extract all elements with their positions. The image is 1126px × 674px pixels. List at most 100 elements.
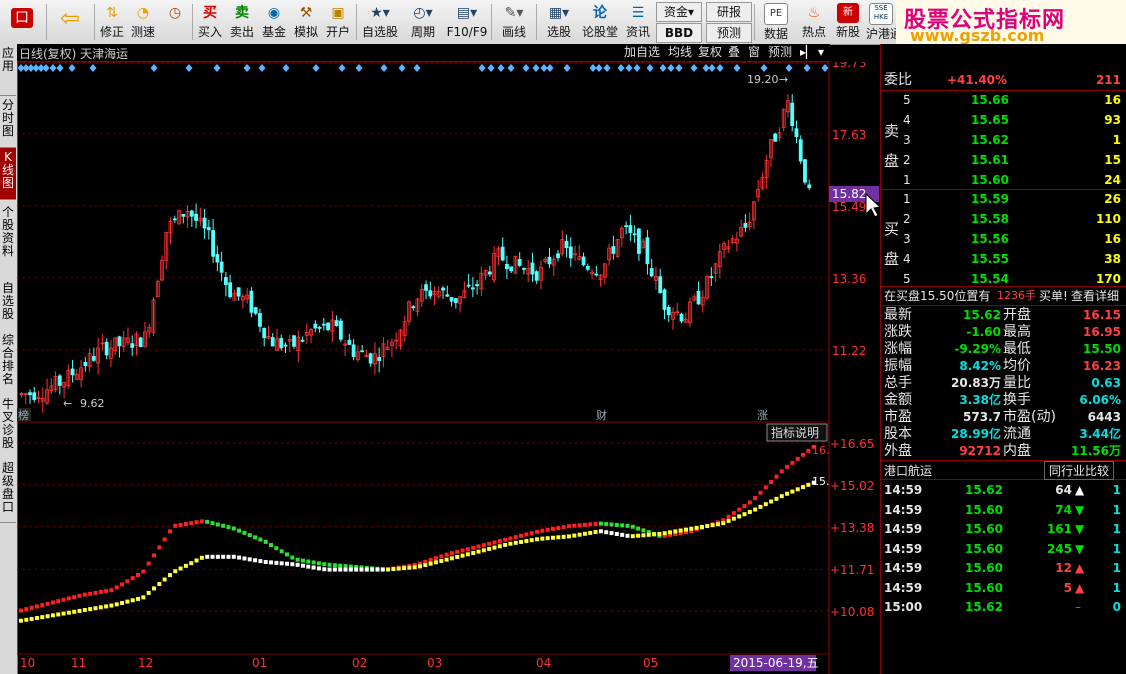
tick-count: 1 xyxy=(1112,522,1121,536)
big-order-notice[interactable]: 在买盘15.50位置有 1236手 买单! 查看详细 xyxy=(881,287,1126,306)
tab-diagnosis[interactable]: 牛叉诊股 xyxy=(0,392,16,459)
back-button[interactable]: ⇦ xyxy=(50,0,90,44)
sell-order-row[interactable]: 3 15.62 1 xyxy=(881,130,1126,150)
indicator-yellow-mark xyxy=(673,529,678,534)
app-logo-button[interactable]: 口 xyxy=(2,0,42,44)
capital-flow-button[interactable]: 资金▾ xyxy=(656,2,702,22)
indicator-help-label: 指标说明 xyxy=(771,425,819,440)
buy-order-row[interactable]: 2 15.58 110 xyxy=(881,209,1126,229)
buy-order-row[interactable]: 3 15.56 16 xyxy=(881,229,1126,249)
indicator-yellow-mark xyxy=(380,567,385,572)
quote-value: 3.38亿 xyxy=(959,393,1001,407)
candle-body xyxy=(594,273,599,276)
toolbar-hot[interactable]: ♨ 热点 xyxy=(798,0,830,44)
buy-order-row[interactable]: 1 15.59 26 xyxy=(881,189,1126,209)
indicator-yellow-mark xyxy=(338,567,343,572)
indicator-red-mark xyxy=(508,536,513,541)
toolbar-news[interactable]: ☰ 资讯 xyxy=(622,0,654,44)
event-marker-label[interactable]: 财 xyxy=(596,408,607,422)
tab-intraday[interactable]: 分时图 xyxy=(0,96,16,148)
bbd-button[interactable]: BBD xyxy=(656,23,702,43)
indicator-red-mark xyxy=(50,600,55,605)
signal-diamond-icon xyxy=(380,64,388,72)
event-marker-label[interactable]: 涨 xyxy=(757,409,768,422)
candle-body xyxy=(279,338,284,349)
sell-order-row[interactable]: 5 15.66 16 xyxy=(881,90,1126,110)
toolbar-simulate[interactable]: ⚒ 模拟 xyxy=(291,0,321,44)
moving-average-button[interactable]: 均线 xyxy=(665,44,695,60)
toolbar-f10[interactable]: ▤▾ F10/F9 xyxy=(445,0,489,44)
toolbar-sell[interactable]: 卖 卖出 xyxy=(227,0,257,44)
indicator-yellow-mark xyxy=(561,534,566,539)
sell-order-row[interactable]: 4 15.65 93 xyxy=(881,110,1126,130)
view-detail-link[interactable]: 查看详细 xyxy=(1071,287,1119,305)
indicator-yellow-mark xyxy=(402,566,407,571)
overlay-button[interactable]: 叠 xyxy=(725,44,743,60)
indicator-red-end-label: 16. xyxy=(812,444,830,457)
toolbar-clock[interactable]: ◷ xyxy=(160,0,190,44)
research-report-button[interactable]: 研报 xyxy=(706,2,752,22)
clock-icon: ◴▾ xyxy=(413,5,433,21)
sell-order-row[interactable]: 2 15.61 15 xyxy=(881,150,1126,170)
indicator-yellow-mark xyxy=(332,567,337,572)
indicator-red-mark xyxy=(104,589,109,594)
indicator-yellow-mark xyxy=(540,536,545,541)
sell-order-row[interactable]: 1 15.60 24 xyxy=(881,170,1126,190)
tab-kline[interactable]: K线图 xyxy=(0,148,16,200)
tick-direction-icon: ▼ xyxy=(1075,541,1085,556)
tab-ranking[interactable]: 综合排名 xyxy=(0,328,16,395)
window-button[interactable]: 窗 xyxy=(745,44,763,60)
quote-label: 最高 xyxy=(1003,324,1031,340)
tick-direction-icon: ▲ xyxy=(1075,580,1085,595)
toolbar-open-account[interactable]: ▣ 开户 xyxy=(323,0,353,44)
toolbar-hk-connect[interactable]: SSE HKE 沪港通 xyxy=(866,0,902,44)
tab-stock-info[interactable]: 个股资料 xyxy=(0,200,16,279)
indicator-yellow-mark xyxy=(290,562,295,567)
indicator-panel-frame xyxy=(17,421,830,655)
indicator-yellow-mark xyxy=(566,534,571,539)
industry-compare-button[interactable]: 同行业比较 xyxy=(1044,461,1115,480)
sector-name[interactable]: 港口航运 xyxy=(884,462,932,479)
toolbar-draw[interactable]: ✎▾ 画线 xyxy=(494,0,534,44)
candle-body xyxy=(368,353,373,364)
indicator-red-mark xyxy=(604,522,609,527)
toolbar-stock-screen[interactable]: ▦▾ 选股 xyxy=(539,0,579,44)
event-marker-label: 榜 xyxy=(18,408,29,422)
tab-apps[interactable]: 应用 xyxy=(0,44,16,96)
indicator-red-mark xyxy=(492,540,497,545)
toolbar-fund[interactable]: ◉ 基金 xyxy=(259,0,289,44)
adjusted-button[interactable]: 复权 xyxy=(695,44,725,60)
tab-super-orderbook[interactable]: 超级盘口 xyxy=(0,456,16,523)
indicator-red-mark xyxy=(769,479,774,484)
toolbar-revise[interactable]: ⇅ 修正 xyxy=(96,0,128,44)
buy-order-row[interactable]: 4 15.55 38 xyxy=(881,249,1126,269)
indicator-red-mark xyxy=(226,525,231,530)
candle-body xyxy=(428,290,433,297)
toolbar-data[interactable]: PE 数据 xyxy=(758,0,794,44)
quote-label: 流通 xyxy=(1003,426,1031,442)
signal-diamond-icon xyxy=(185,64,193,72)
indicator-red-mark xyxy=(290,555,295,560)
toolbar-discussion[interactable]: 论 论股堂 xyxy=(581,0,619,44)
toolbar-watchlist[interactable]: ★▾ 自选股 xyxy=(359,0,401,44)
chevron-down-icon[interactable]: ▾ xyxy=(815,44,827,60)
toolbar-buy[interactable]: 买 买入 xyxy=(195,0,225,44)
indicator-yellow-mark xyxy=(29,616,34,621)
candle-body xyxy=(181,213,186,217)
toolbar-period[interactable]: ◴▾ 周期 xyxy=(403,0,443,44)
candle-body xyxy=(202,217,207,229)
candle-body xyxy=(130,343,135,348)
forecast-chart-button[interactable]: 预测 xyxy=(765,44,795,60)
signal-diamond-icon xyxy=(243,64,251,72)
toolbar-speedtest[interactable]: ◔ 测速 xyxy=(128,0,158,44)
news-icon: ☰ xyxy=(631,5,645,21)
kline-chart[interactable]: 19.73 17.63 15.49 13.36 11.22 15.82 19.2… xyxy=(17,62,880,674)
add-watchlist-button[interactable]: 加自选 xyxy=(621,44,663,60)
indicator-yellow-mark xyxy=(146,590,151,595)
toolbar-ipo[interactable]: 新 新股 xyxy=(832,0,864,44)
tab-watchlist[interactable]: 自选股 xyxy=(0,276,16,331)
order-volume: 16 xyxy=(1104,93,1121,107)
forecast-button[interactable]: 预测 xyxy=(706,23,752,43)
indicator-red-mark xyxy=(497,539,502,544)
tick-volume: 245 xyxy=(1046,541,1072,556)
